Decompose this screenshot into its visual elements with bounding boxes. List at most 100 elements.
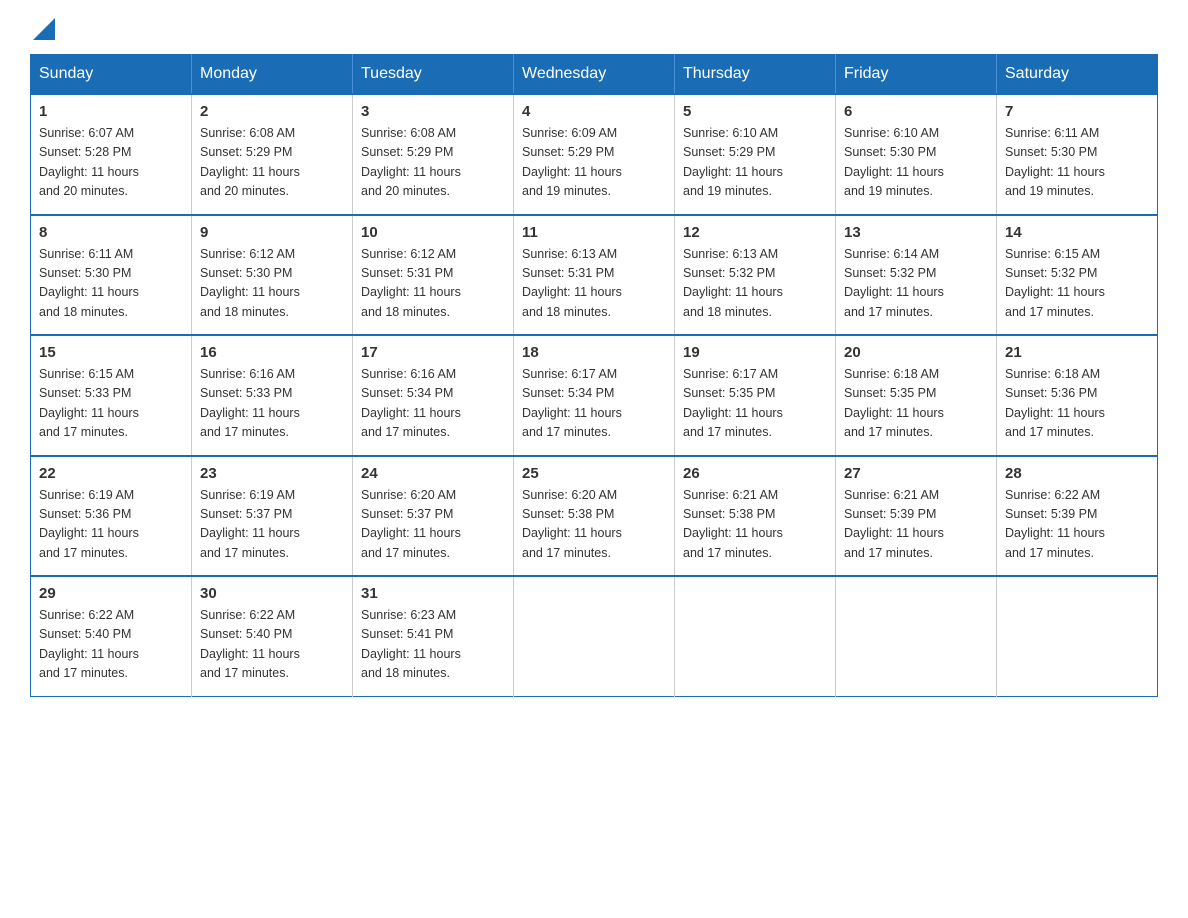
calendar-cell: 19 Sunrise: 6:17 AMSunset: 5:35 PMDaylig…: [675, 335, 836, 456]
day-number: 16: [200, 344, 344, 361]
day-info: Sunrise: 6:22 AMSunset: 5:40 PMDaylight:…: [200, 606, 344, 684]
col-header-sunday: Sunday: [31, 55, 192, 95]
day-info: Sunrise: 6:13 AMSunset: 5:32 PMDaylight:…: [683, 245, 827, 323]
day-number: 7: [1005, 103, 1149, 120]
calendar-cell: 14 Sunrise: 6:15 AMSunset: 5:32 PMDaylig…: [997, 215, 1158, 336]
day-info: Sunrise: 6:12 AMSunset: 5:31 PMDaylight:…: [361, 245, 505, 323]
day-number: 4: [522, 103, 666, 120]
calendar-row: 1 Sunrise: 6:07 AMSunset: 5:28 PMDayligh…: [31, 94, 1158, 215]
calendar-cell: 8 Sunrise: 6:11 AMSunset: 5:30 PMDayligh…: [31, 215, 192, 336]
col-header-tuesday: Tuesday: [353, 55, 514, 95]
calendar-cell: 9 Sunrise: 6:12 AMSunset: 5:30 PMDayligh…: [192, 215, 353, 336]
day-info: Sunrise: 6:15 AMSunset: 5:33 PMDaylight:…: [39, 365, 183, 443]
calendar-cell: 23 Sunrise: 6:19 AMSunset: 5:37 PMDaylig…: [192, 456, 353, 577]
day-info: Sunrise: 6:12 AMSunset: 5:30 PMDaylight:…: [200, 245, 344, 323]
day-info: Sunrise: 6:09 AMSunset: 5:29 PMDaylight:…: [522, 124, 666, 202]
day-number: 21: [1005, 344, 1149, 361]
day-number: 24: [361, 465, 505, 482]
day-number: 20: [844, 344, 988, 361]
day-number: 28: [1005, 465, 1149, 482]
calendar-cell: 26 Sunrise: 6:21 AMSunset: 5:38 PMDaylig…: [675, 456, 836, 577]
day-info: Sunrise: 6:08 AMSunset: 5:29 PMDaylight:…: [200, 124, 344, 202]
page-header: [30, 20, 1158, 34]
calendar-cell: 3 Sunrise: 6:08 AMSunset: 5:29 PMDayligh…: [353, 94, 514, 215]
day-info: Sunrise: 6:23 AMSunset: 5:41 PMDaylight:…: [361, 606, 505, 684]
day-number: 2: [200, 103, 344, 120]
day-number: 5: [683, 103, 827, 120]
day-info: Sunrise: 6:10 AMSunset: 5:29 PMDaylight:…: [683, 124, 827, 202]
calendar-cell: 1 Sunrise: 6:07 AMSunset: 5:28 PMDayligh…: [31, 94, 192, 215]
day-number: 26: [683, 465, 827, 482]
calendar-cell: [836, 576, 997, 696]
day-info: Sunrise: 6:20 AMSunset: 5:38 PMDaylight:…: [522, 486, 666, 564]
calendar-header: SundayMondayTuesdayWednesdayThursdayFrid…: [31, 55, 1158, 95]
day-number: 13: [844, 224, 988, 241]
day-info: Sunrise: 6:11 AMSunset: 5:30 PMDaylight:…: [1005, 124, 1149, 202]
day-info: Sunrise: 6:22 AMSunset: 5:39 PMDaylight:…: [1005, 486, 1149, 564]
day-number: 27: [844, 465, 988, 482]
calendar-cell: 21 Sunrise: 6:18 AMSunset: 5:36 PMDaylig…: [997, 335, 1158, 456]
col-header-wednesday: Wednesday: [514, 55, 675, 95]
day-info: Sunrise: 6:16 AMSunset: 5:33 PMDaylight:…: [200, 365, 344, 443]
calendar-cell: 13 Sunrise: 6:14 AMSunset: 5:32 PMDaylig…: [836, 215, 997, 336]
day-info: Sunrise: 6:20 AMSunset: 5:37 PMDaylight:…: [361, 486, 505, 564]
calendar-cell: 22 Sunrise: 6:19 AMSunset: 5:36 PMDaylig…: [31, 456, 192, 577]
day-info: Sunrise: 6:11 AMSunset: 5:30 PMDaylight:…: [39, 245, 183, 323]
day-number: 30: [200, 585, 344, 602]
day-number: 18: [522, 344, 666, 361]
day-number: 10: [361, 224, 505, 241]
day-number: 14: [1005, 224, 1149, 241]
day-info: Sunrise: 6:10 AMSunset: 5:30 PMDaylight:…: [844, 124, 988, 202]
calendar-cell: 18 Sunrise: 6:17 AMSunset: 5:34 PMDaylig…: [514, 335, 675, 456]
day-number: 23: [200, 465, 344, 482]
calendar-cell: 6 Sunrise: 6:10 AMSunset: 5:30 PMDayligh…: [836, 94, 997, 215]
calendar-cell: 27 Sunrise: 6:21 AMSunset: 5:39 PMDaylig…: [836, 456, 997, 577]
day-info: Sunrise: 6:18 AMSunset: 5:36 PMDaylight:…: [1005, 365, 1149, 443]
col-header-monday: Monday: [192, 55, 353, 95]
day-number: 3: [361, 103, 505, 120]
day-info: Sunrise: 6:17 AMSunset: 5:35 PMDaylight:…: [683, 365, 827, 443]
calendar-cell: 2 Sunrise: 6:08 AMSunset: 5:29 PMDayligh…: [192, 94, 353, 215]
col-header-friday: Friday: [836, 55, 997, 95]
day-number: 19: [683, 344, 827, 361]
calendar-row: 22 Sunrise: 6:19 AMSunset: 5:36 PMDaylig…: [31, 456, 1158, 577]
calendar-row: 15 Sunrise: 6:15 AMSunset: 5:33 PMDaylig…: [31, 335, 1158, 456]
day-info: Sunrise: 6:13 AMSunset: 5:31 PMDaylight:…: [522, 245, 666, 323]
col-header-saturday: Saturday: [997, 55, 1158, 95]
calendar-cell: 24 Sunrise: 6:20 AMSunset: 5:37 PMDaylig…: [353, 456, 514, 577]
calendar-cell: 25 Sunrise: 6:20 AMSunset: 5:38 PMDaylig…: [514, 456, 675, 577]
calendar-body: 1 Sunrise: 6:07 AMSunset: 5:28 PMDayligh…: [31, 94, 1158, 696]
day-info: Sunrise: 6:15 AMSunset: 5:32 PMDaylight:…: [1005, 245, 1149, 323]
calendar-cell: 30 Sunrise: 6:22 AMSunset: 5:40 PMDaylig…: [192, 576, 353, 696]
day-number: 25: [522, 465, 666, 482]
calendar-cell: 5 Sunrise: 6:10 AMSunset: 5:29 PMDayligh…: [675, 94, 836, 215]
calendar-cell: 16 Sunrise: 6:16 AMSunset: 5:33 PMDaylig…: [192, 335, 353, 456]
day-info: Sunrise: 6:08 AMSunset: 5:29 PMDaylight:…: [361, 124, 505, 202]
logo-triangle-icon: [33, 18, 55, 40]
calendar-cell: 15 Sunrise: 6:15 AMSunset: 5:33 PMDaylig…: [31, 335, 192, 456]
day-number: 22: [39, 465, 183, 482]
day-info: Sunrise: 6:14 AMSunset: 5:32 PMDaylight:…: [844, 245, 988, 323]
calendar-header-row: SundayMondayTuesdayWednesdayThursdayFrid…: [31, 55, 1158, 95]
day-info: Sunrise: 6:19 AMSunset: 5:37 PMDaylight:…: [200, 486, 344, 564]
day-info: Sunrise: 6:19 AMSunset: 5:36 PMDaylight:…: [39, 486, 183, 564]
calendar-cell: 28 Sunrise: 6:22 AMSunset: 5:39 PMDaylig…: [997, 456, 1158, 577]
day-info: Sunrise: 6:18 AMSunset: 5:35 PMDaylight:…: [844, 365, 988, 443]
calendar-cell: 17 Sunrise: 6:16 AMSunset: 5:34 PMDaylig…: [353, 335, 514, 456]
calendar-cell: 31 Sunrise: 6:23 AMSunset: 5:41 PMDaylig…: [353, 576, 514, 696]
day-number: 12: [683, 224, 827, 241]
calendar-row: 29 Sunrise: 6:22 AMSunset: 5:40 PMDaylig…: [31, 576, 1158, 696]
day-number: 9: [200, 224, 344, 241]
day-number: 31: [361, 585, 505, 602]
day-info: Sunrise: 6:21 AMSunset: 5:38 PMDaylight:…: [683, 486, 827, 564]
day-number: 15: [39, 344, 183, 361]
day-number: 11: [522, 224, 666, 241]
calendar-cell: 4 Sunrise: 6:09 AMSunset: 5:29 PMDayligh…: [514, 94, 675, 215]
day-info: Sunrise: 6:21 AMSunset: 5:39 PMDaylight:…: [844, 486, 988, 564]
calendar-cell: [675, 576, 836, 696]
calendar-table: SundayMondayTuesdayWednesdayThursdayFrid…: [30, 54, 1158, 697]
day-number: 6: [844, 103, 988, 120]
day-info: Sunrise: 6:07 AMSunset: 5:28 PMDaylight:…: [39, 124, 183, 202]
day-info: Sunrise: 6:16 AMSunset: 5:34 PMDaylight:…: [361, 365, 505, 443]
calendar-cell: 10 Sunrise: 6:12 AMSunset: 5:31 PMDaylig…: [353, 215, 514, 336]
